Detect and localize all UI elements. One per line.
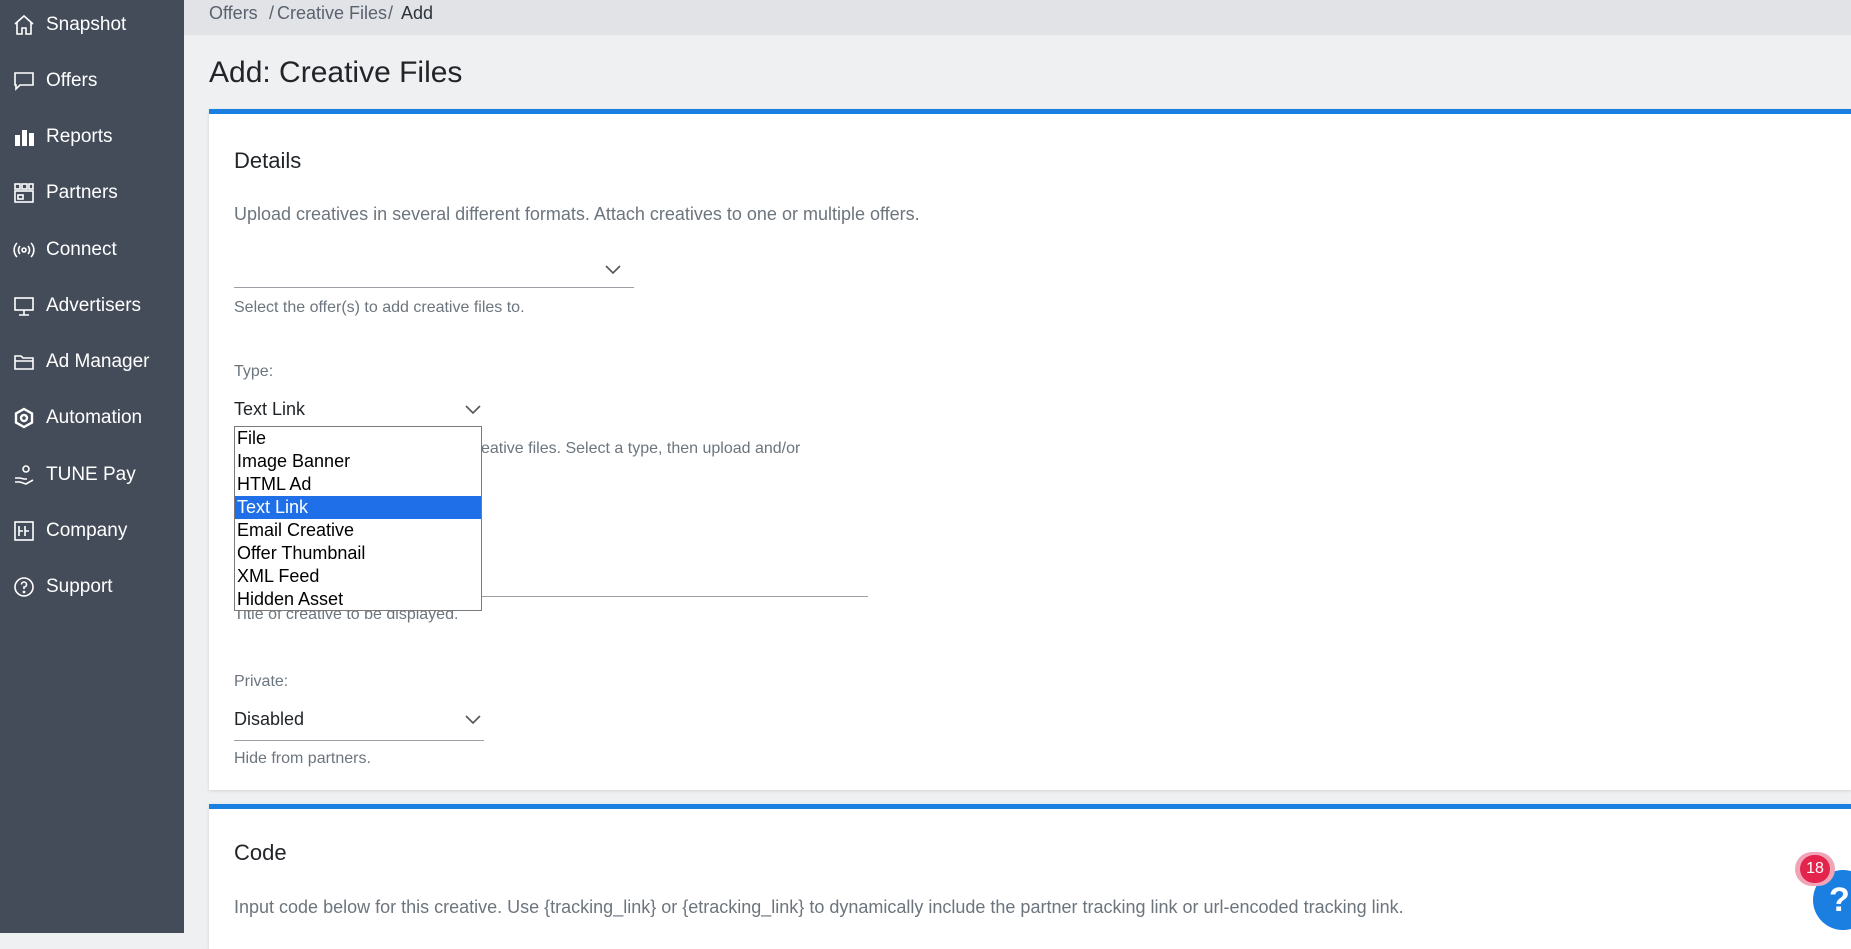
details-title: Details [234, 148, 302, 173]
sidebar-item-label: Ad Manager [46, 351, 150, 372]
sidebar-item-advertisers[interactable]: Advertisers [0, 286, 184, 326]
hexagon-icon [12, 406, 36, 430]
sidebar-item-connect[interactable]: Connect [0, 230, 184, 270]
private-help-text: Hide from partners. [234, 750, 371, 767]
sidebar-item-label: Advertisers [46, 295, 142, 316]
notification-badge[interactable]: 18 [1800, 855, 1830, 883]
type-option-html-ad[interactable]: HTML Ad [235, 473, 481, 496]
details-description: Upload creatives in several different fo… [234, 204, 920, 224]
company-icon [12, 519, 36, 543]
billboard-icon [12, 294, 36, 318]
sidebar-item-label: Automation [46, 407, 143, 428]
sidebar: Snapshot Offers Reports Partners Connect… [0, 0, 184, 933]
help-circle-icon [12, 575, 36, 599]
sidebar-item-label: Snapshot [46, 14, 127, 35]
sidebar-item-company[interactable]: Company [0, 511, 184, 551]
sidebar-item-reports[interactable]: Reports [0, 117, 184, 157]
code-description: Input code below for this creative. Use … [234, 897, 1404, 917]
sidebar-item-label: TUNE Pay [46, 464, 136, 485]
type-label: Type: [234, 363, 274, 380]
chevron-down-icon [604, 263, 622, 275]
type-dropdown-list: File Image Banner HTML Ad Text Link Emai… [234, 426, 482, 611]
page-title: Add: Creative Files [209, 56, 463, 89]
sidebar-item-support[interactable]: Support [0, 567, 184, 607]
private-label: Private: [234, 673, 289, 690]
type-option-hidden-asset[interactable]: Hidden Asset [235, 588, 481, 611]
breadcrumb-separator: / [269, 3, 275, 23]
home-icon [12, 13, 36, 37]
type-select[interactable]: Text Link [234, 390, 484, 426]
sidebar-item-snapshot[interactable]: Snapshot [0, 5, 184, 45]
type-option-image-banner[interactable]: Image Banner [235, 450, 481, 473]
code-card: Code Input code below for this creative.… [209, 804, 1851, 949]
sidebar-item-label: Reports [46, 126, 113, 147]
chat-icon [12, 69, 36, 93]
breadcrumb-current: Add [401, 3, 434, 23]
bar-chart-icon [12, 125, 36, 149]
breadcrumb-creative-files-link[interactable]: Creative Files [277, 3, 387, 24]
sidebar-item-ad-manager[interactable]: Ad Manager [0, 342, 184, 382]
offers-select[interactable] [234, 251, 634, 288]
type-option-xml-feed[interactable]: XML Feed [235, 565, 481, 588]
code-title: Code [234, 840, 287, 865]
breadcrumb [184, 0, 1851, 35]
type-option-file[interactable]: File [235, 427, 481, 450]
sidebar-item-tune-pay[interactable]: TUNE Pay [0, 455, 184, 495]
breadcrumb-separator: / [388, 3, 394, 23]
sidebar-item-label: Connect [46, 239, 117, 260]
private-select[interactable]: Disabled [234, 700, 484, 741]
chevron-down-icon [464, 403, 482, 415]
sidebar-item-label: Partners [46, 182, 118, 203]
breadcrumb-offers-link[interactable]: Offers [209, 3, 258, 24]
chevron-down-icon [464, 713, 482, 725]
sidebar-item-label: Offers [46, 70, 98, 91]
hand-coin-icon [12, 463, 36, 487]
sidebar-item-offers[interactable]: Offers [0, 61, 184, 101]
sidebar-item-label: Support [46, 576, 113, 597]
sidebar-item-automation[interactable]: Automation [0, 398, 184, 438]
broadcast-icon [12, 238, 36, 262]
type-option-email-creative[interactable]: Email Creative [235, 519, 481, 542]
partners-icon [12, 181, 36, 205]
sidebar-item-partners[interactable]: Partners [0, 173, 184, 213]
type-option-text-link[interactable]: Text Link [235, 496, 481, 519]
folder-icon [12, 350, 36, 374]
offers-help-text: Select the offer(s) to add creative file… [234, 299, 525, 316]
sidebar-item-label: Company [46, 520, 128, 541]
type-option-offer-thumbnail[interactable]: Offer Thumbnail [235, 542, 481, 565]
type-help-text: eative files. Select a type, then upload… [481, 440, 801, 457]
